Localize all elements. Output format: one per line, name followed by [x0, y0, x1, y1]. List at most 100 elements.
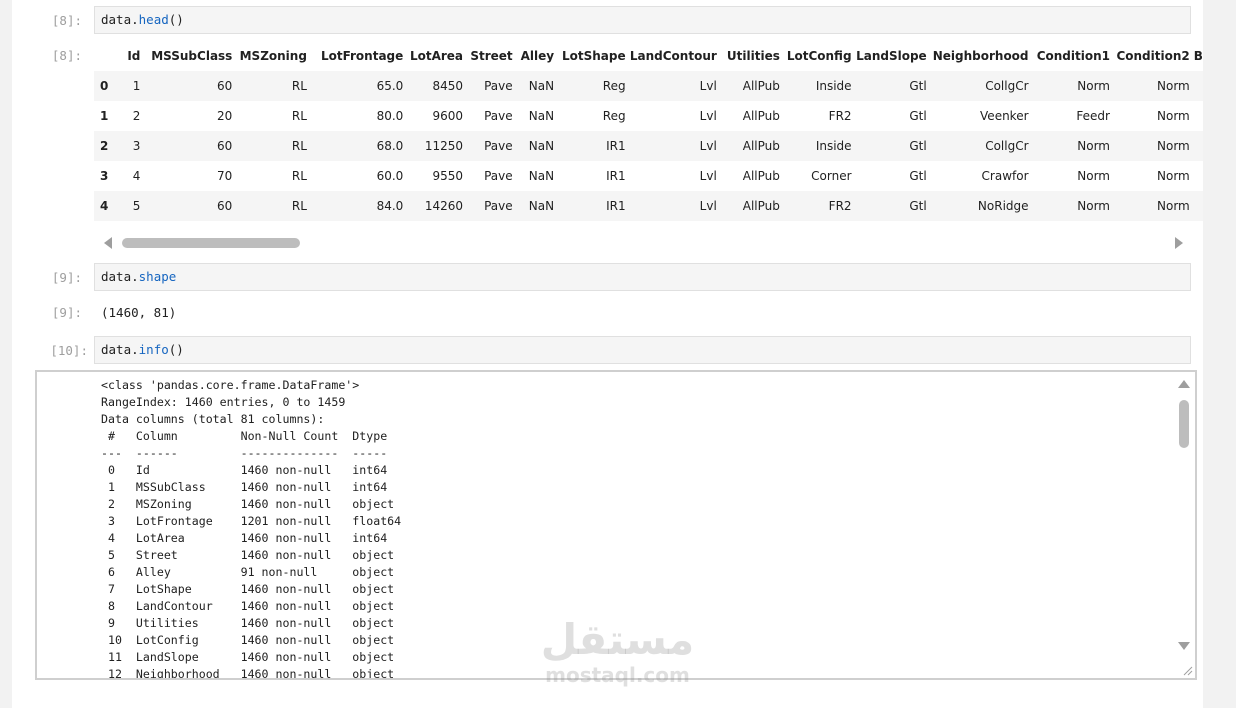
info-output-line: 9 Utilities 1460 non-null object: [101, 616, 402, 630]
input-prompt: [9]:: [51, 270, 82, 285]
table-cell: Gtl: [909, 79, 927, 93]
column-header: LotFrontage: [320, 49, 404, 63]
code-cell-input[interactable]: data.info(): [94, 336, 1191, 364]
resize-handle-icon[interactable]: [1183, 666, 1193, 676]
watermark: مستقل mostaql.com: [525, 616, 710, 687]
table-cell: NaN: [528, 109, 555, 123]
info-output-line: RangeIndex: 1460 entries, 0 to 1459: [101, 395, 346, 409]
table-cell: RL: [291, 79, 307, 93]
info-output-line: 0 Id 1460 non-null int64: [101, 463, 402, 477]
column-header: MSSubClass: [151, 49, 233, 63]
table-cell: IR1: [606, 169, 626, 183]
table-cell: 2: [132, 109, 141, 123]
vertical-scrollbar[interactable]: [1173, 372, 1195, 678]
scroll-up-icon[interactable]: [1178, 380, 1190, 388]
row-index: 1: [100, 109, 109, 123]
table-cell: 60: [217, 139, 233, 153]
watermark-logo-latin: mostaql.com: [545, 663, 690, 687]
table-cell: NaN: [528, 199, 555, 213]
table-cell: FR2: [828, 199, 852, 213]
table-cell: AllPub: [742, 139, 780, 153]
column-header: Street: [470, 49, 513, 63]
table-cell: Lvl: [699, 139, 717, 153]
table-cell: Norm: [1157, 109, 1190, 123]
table-cell: 9550: [432, 169, 464, 183]
table-cell: 9600: [432, 109, 464, 123]
shape-output: (1460, 81): [101, 305, 177, 320]
table-row: 2 3 60 RL 68.0 11250 Pave NaN IR1 Lvl Al…: [94, 131, 1203, 161]
scroll-right-icon[interactable]: [1175, 237, 1183, 249]
table-cell: NaN: [528, 79, 555, 93]
info-output-line: 11 LandSlope 1460 non-null object: [101, 650, 402, 664]
table-cell: RL: [291, 109, 307, 123]
info-output-line: 8 LandContour 1460 non-null object: [101, 599, 402, 613]
table-cell: 65.0: [376, 79, 404, 93]
column-header: LandContour: [629, 49, 717, 63]
table-cell: Lvl: [699, 79, 717, 93]
info-output-line: 6 Alley 91 non-null object: [101, 565, 402, 579]
info-output-line: 3 LotFrontage 1201 non-null float64: [101, 514, 402, 528]
table-cell: 4: [132, 169, 141, 183]
code-object: data.: [101, 269, 139, 284]
scroll-down-icon[interactable]: [1178, 642, 1190, 650]
table-cell: 8450: [432, 79, 464, 93]
code-function: info: [138, 342, 169, 357]
info-output-text: <class 'pandas.core.frame.DataFrame'> Ran…: [101, 377, 402, 678]
table-cell: Inside: [815, 139, 852, 153]
table-cell: Gtl: [909, 139, 927, 153]
column-header: Utilities: [726, 49, 780, 63]
row-index: 4: [100, 199, 109, 213]
table-cell: Feedr: [1076, 109, 1110, 123]
info-output-line: <class 'pandas.core.frame.DataFrame'>: [101, 378, 360, 392]
table-cell: Norm: [1157, 169, 1190, 183]
table-cell: AllPub: [742, 109, 780, 123]
table-cell: RL: [291, 199, 307, 213]
table-cell: CollgCr: [985, 139, 1029, 153]
table-row: 4 5 60 RL 84.0 14260 Pave NaN IR1 Lvl Al…: [94, 191, 1203, 221]
table-cell: CollgCr: [985, 79, 1029, 93]
horizontal-scrollbar[interactable]: [94, 234, 1192, 252]
table-cell: 60: [217, 199, 233, 213]
table-cell: Lvl: [699, 169, 717, 183]
table-cell: 3: [132, 139, 141, 153]
output-prompt: [8]:: [51, 48, 82, 63]
table-cell: 5: [132, 199, 141, 213]
table-cell: Veenker: [980, 109, 1029, 123]
output-prompt: [9]:: [51, 305, 82, 320]
row-index: 3: [100, 169, 109, 183]
table-cell: 68.0: [376, 139, 404, 153]
table-header-row: Id MSSubClass MSZoning LotFrontage LotAr…: [94, 41, 1203, 71]
table-cell: Pave: [484, 139, 513, 153]
column-header: LotShape: [561, 49, 626, 63]
info-output-line: # Column Non-Null Count Dtype: [101, 429, 402, 443]
column-header-index: [94, 41, 119, 71]
table-cell: Crawfor: [981, 169, 1029, 183]
table-row: 3 4 70 RL 60.0 9550 Pave NaN IR1 Lvl All…: [94, 161, 1203, 191]
table-cell: Corner: [811, 169, 852, 183]
table-cell: Lvl: [699, 109, 717, 123]
table-cell: RL: [291, 169, 307, 183]
table-cell: Pave: [484, 109, 513, 123]
table-cell: RL: [291, 139, 307, 153]
table-cell: 70: [217, 169, 233, 183]
table-cell: NaN: [528, 169, 555, 183]
column-header: Neighborhood: [932, 49, 1029, 63]
table-cell: Gtl: [909, 109, 927, 123]
column-header: LandSlope: [856, 49, 927, 63]
table-cell: AllPub: [742, 169, 780, 183]
vertical-scroll-thumb[interactable]: [1179, 400, 1189, 448]
horizontal-scroll-thumb[interactable]: [122, 238, 300, 248]
scroll-left-icon[interactable]: [104, 237, 112, 249]
code-cell-input[interactable]: data.head(): [94, 6, 1191, 34]
table-cell: AllPub: [742, 199, 780, 213]
row-index: 2: [100, 139, 109, 153]
code-cell-input[interactable]: data.shape: [94, 263, 1191, 291]
table-row: 0 1 60 RL 65.0 8450 Pave NaN Reg Lvl All…: [94, 71, 1203, 101]
table-cell: Gtl: [909, 169, 927, 183]
table-cell: 80.0: [376, 109, 404, 123]
table-cell: Pave: [484, 79, 513, 93]
table-cell: 84.0: [376, 199, 404, 213]
table-cell: Reg: [602, 109, 626, 123]
code-object: data.: [101, 12, 139, 27]
dataframe-table: Id MSSubClass MSZoning LotFrontage LotAr…: [94, 41, 1203, 221]
